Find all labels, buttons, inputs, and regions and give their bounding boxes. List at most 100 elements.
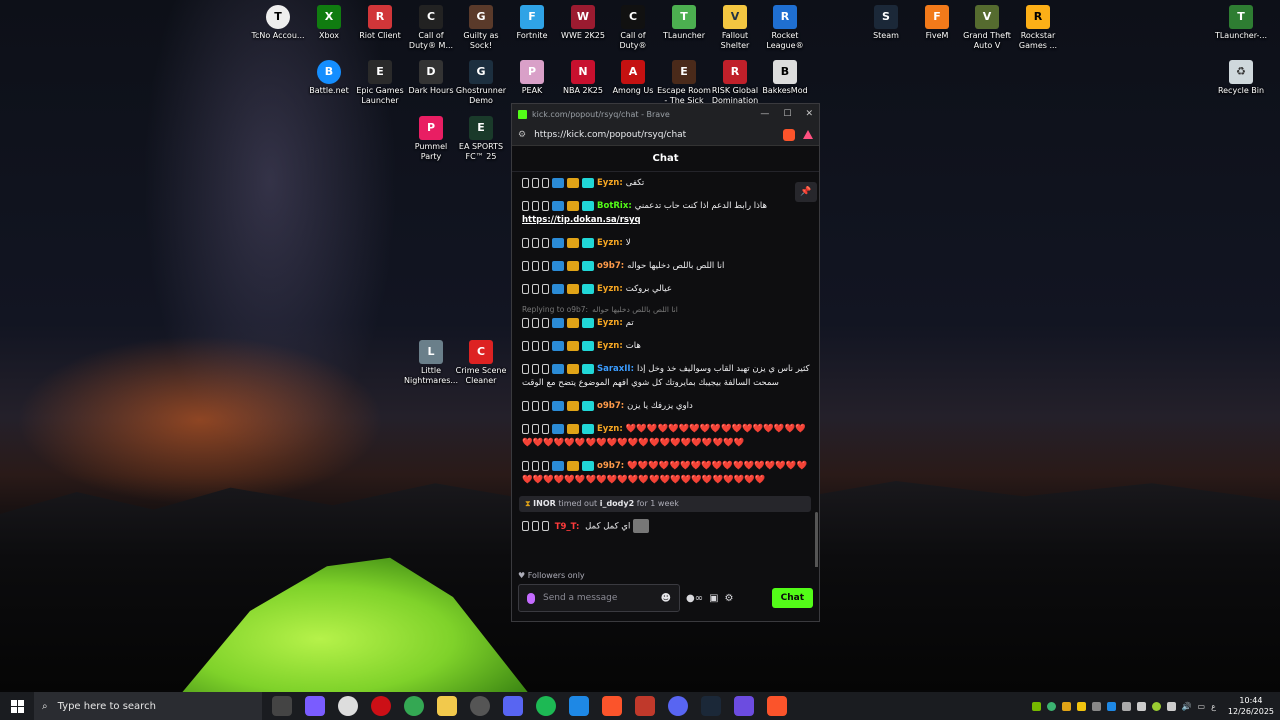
- delete-icon[interactable]: [522, 200, 529, 211]
- ban-icon[interactable]: [542, 200, 549, 211]
- delete-icon[interactable]: [522, 260, 529, 271]
- pin-icon[interactable]: 📌: [795, 182, 817, 202]
- chat-message[interactable]: o9b7: داوي يزرفك يا يزن: [522, 399, 811, 413]
- message-link[interactable]: https://tip.dokan.sa/rsyq: [522, 215, 641, 225]
- chat-message[interactable]: Eyzn: لا: [522, 236, 811, 250]
- username[interactable]: Eyzn:: [597, 178, 623, 188]
- username[interactable]: Eyzn:: [597, 341, 623, 351]
- start-button[interactable]: [0, 699, 34, 713]
- tray-app8-icon[interactable]: [1166, 701, 1176, 711]
- timeout-icon[interactable]: [532, 260, 539, 271]
- task-view-icon[interactable]: [272, 696, 292, 716]
- desktop-icon-steam[interactable]: S Steam: [859, 5, 913, 41]
- scrollbar[interactable]: [815, 512, 818, 567]
- username[interactable]: Eyzn:: [597, 318, 623, 328]
- chat-message[interactable]: Eyzn: ❤️❤️❤️❤️❤️❤️❤️❤️❤️❤️❤️❤️❤️❤️❤️❤️❤️❤…: [522, 422, 811, 450]
- file-explorer-icon[interactable]: [437, 696, 457, 716]
- chat-message[interactable]: T9_T: اي كمل كمل: [522, 519, 811, 534]
- ban-icon[interactable]: [542, 423, 549, 434]
- desktop-icon-guilty[interactable]: G Guilty as Sock!: [454, 5, 508, 51]
- store-icon[interactable]: ▣: [709, 593, 718, 604]
- timeout-icon[interactable]: [532, 521, 539, 531]
- desktop-icon-little-nightmares[interactable]: L Little Nightmares...: [404, 340, 458, 386]
- message-input[interactable]: Send a message ☻: [518, 584, 680, 612]
- tray-app7-icon[interactable]: [1151, 701, 1161, 711]
- maximize-button[interactable]: ☐: [783, 109, 791, 119]
- username[interactable]: Eyzn:: [597, 284, 623, 294]
- delete-icon[interactable]: [522, 521, 529, 531]
- timeout-icon[interactable]: [532, 340, 539, 351]
- minimize-button[interactable]: —: [760, 109, 769, 119]
- nvidia-icon[interactable]: [1031, 701, 1041, 711]
- chat-message[interactable]: BotRix: هاذا رابط الدعم اذا كنت حاب تدعمن…: [522, 199, 811, 227]
- clock[interactable]: 10:44 12/26/2025: [1222, 695, 1274, 717]
- timeout-icon[interactable]: [532, 283, 539, 294]
- gamepad-icon[interactable]: [305, 696, 325, 716]
- desktop-icon-xbox[interactable]: X Xbox: [302, 5, 356, 41]
- username[interactable]: Eyzn:: [597, 424, 623, 434]
- close-button[interactable]: ✕: [805, 109, 813, 119]
- desktop-icon-tlauncher-shortcut[interactable]: T TLauncher-...: [1214, 5, 1268, 41]
- desktop-icon-risk[interactable]: R RISK Global Domination: [708, 60, 762, 106]
- tray-app-icon[interactable]: [1046, 701, 1056, 711]
- chat-message[interactable]: Eyzn: عيالي بروكت: [522, 282, 811, 296]
- reply-context[interactable]: Replying to o9b7: انا اللص باللص دخليها ح…: [522, 305, 811, 314]
- delete-icon[interactable]: [522, 177, 529, 188]
- ban-icon[interactable]: [542, 400, 549, 411]
- chat-message[interactable]: Eyzn: هات: [522, 339, 811, 353]
- desktop-icon-tcno[interactable]: T TcNo Accou...: [251, 5, 305, 41]
- delete-icon[interactable]: [522, 283, 529, 294]
- discord-icon[interactable]: [668, 696, 688, 716]
- settings-icon[interactable]: ⚙: [725, 593, 734, 604]
- ban-icon[interactable]: [542, 460, 549, 471]
- mic-tray-icon[interactable]: [1136, 701, 1146, 711]
- timeout-icon[interactable]: [532, 460, 539, 471]
- timeout-icon[interactable]: [532, 177, 539, 188]
- window-titlebar[interactable]: kick.com/popout/rsyq/chat - Brave — ☐ ✕: [512, 104, 819, 124]
- chat-message[interactable]: Eyzn: تكفى: [522, 176, 811, 190]
- desktop-icon-crime-scene[interactable]: C Crime Scene Cleaner: [454, 340, 508, 386]
- brave-icon[interactable]: [602, 696, 622, 716]
- tray-app2-icon[interactable]: [1061, 701, 1071, 711]
- desktop-icon-wwe[interactable]: W WWE 2K25: [556, 5, 610, 41]
- chat-messages[interactable]: 📌 Eyzn: تكفى BotRix: هاذا رابط الدعم اذا كن…: [512, 172, 819, 567]
- delete-icon[interactable]: [522, 340, 529, 351]
- mic-icon[interactable]: [527, 592, 535, 604]
- brave2-icon[interactable]: [767, 696, 787, 716]
- brave-rewards-icon[interactable]: [803, 130, 813, 139]
- desktop-icon-fallout[interactable]: V Fallout Shelter: [708, 5, 762, 51]
- tray-app4-icon[interactable]: [1091, 701, 1101, 711]
- desktop-icon-cod[interactable]: C Call of Duty®: [606, 5, 660, 51]
- timeout-icon[interactable]: [532, 363, 539, 374]
- spotify-icon[interactable]: [536, 696, 556, 716]
- discord-app-icon[interactable]: [503, 696, 523, 716]
- delete-icon[interactable]: [522, 460, 529, 471]
- username[interactable]: SaraxII:: [597, 364, 634, 374]
- language-indicator[interactable]: ع: [1211, 702, 1216, 711]
- steam-taskbar-icon[interactable]: [701, 696, 721, 716]
- desktop-icon-gta[interactable]: V Grand Theft Auto V: [960, 5, 1014, 51]
- desktop-icon-tlauncher[interactable]: T TLauncher: [657, 5, 711, 41]
- desktop-icon-rocket-league[interactable]: R Rocket League®: [758, 5, 812, 51]
- chat-message[interactable]: Eyzn: تم: [522, 316, 811, 330]
- game-icon[interactable]: [635, 696, 655, 716]
- username[interactable]: o9b7:: [597, 401, 624, 411]
- username[interactable]: o9b7:: [597, 461, 624, 471]
- delete-icon[interactable]: [522, 423, 529, 434]
- desktop-icon-recycle-bin[interactable]: ♻ Recycle Bin: [1214, 60, 1268, 96]
- username[interactable]: o9b7:: [597, 261, 624, 271]
- opera-icon[interactable]: [371, 696, 391, 716]
- ban-icon[interactable]: [542, 237, 549, 248]
- desktop-icon-riot[interactable]: R Riot Client: [353, 5, 407, 41]
- ban-icon[interactable]: [542, 177, 549, 188]
- desktop-icon-peak[interactable]: P PEAK: [505, 60, 559, 96]
- send-chat-button[interactable]: Chat: [771, 588, 813, 608]
- emoji-icon[interactable]: ☻: [661, 593, 671, 604]
- username[interactable]: T9_T:: [555, 522, 580, 532]
- volume-icon[interactable]: 🔊: [1182, 702, 1192, 711]
- desktop-icon-ea-fc[interactable]: E EA SPORTS FC™ 25: [454, 116, 508, 162]
- delete-icon[interactable]: [522, 237, 529, 248]
- username[interactable]: BotRix:: [597, 201, 632, 211]
- desktop-icon-epic[interactable]: E Epic Games Launcher: [353, 60, 407, 106]
- ban-icon[interactable]: [542, 283, 549, 294]
